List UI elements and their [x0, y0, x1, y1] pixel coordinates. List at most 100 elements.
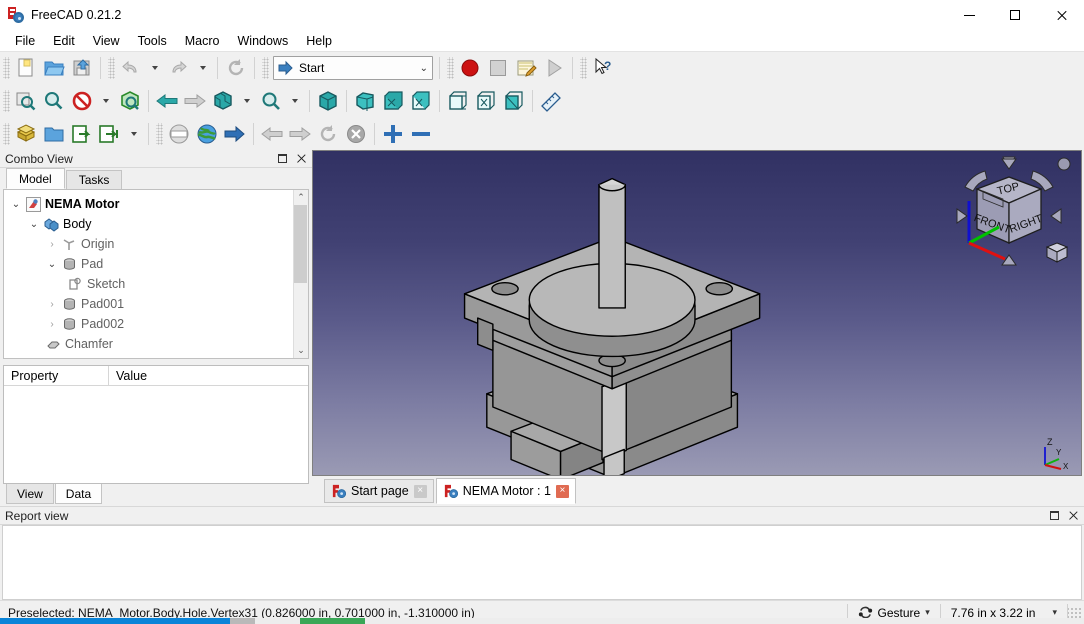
scroll-thumb[interactable]: [294, 205, 307, 283]
web-home-button[interactable]: [165, 120, 193, 148]
scroll-down-icon[interactable]: ⌄: [293, 343, 308, 358]
menu-edit[interactable]: Edit: [44, 32, 84, 50]
macro-edit-button[interactable]: [512, 54, 540, 82]
undock-icon[interactable]: [1046, 508, 1062, 524]
web-stop-button[interactable]: [342, 120, 370, 148]
toolbar-grip[interactable]: [3, 89, 10, 112]
zoom-in-button[interactable]: [379, 120, 407, 148]
link-dropdown[interactable]: [124, 120, 144, 148]
macro-execute-button[interactable]: [540, 54, 568, 82]
scroll-up-icon[interactable]: ⌃: [293, 190, 308, 205]
close-icon[interactable]: ×: [555, 484, 569, 498]
document-tab-start-page[interactable]: Start page ×: [324, 479, 434, 503]
save-document-button[interactable]: [68, 54, 96, 82]
toolbar-grip[interactable]: [262, 57, 269, 79]
toolbar-grip[interactable]: [108, 57, 115, 79]
measure-button[interactable]: [537, 87, 565, 115]
zoom-button[interactable]: [257, 87, 285, 115]
std-views-dropdown[interactable]: [237, 87, 257, 115]
redo-dropdown[interactable]: [193, 54, 213, 82]
close-button[interactable]: [1038, 0, 1084, 30]
left-view-button[interactable]: [500, 87, 528, 115]
fit-selection-button[interactable]: [40, 87, 68, 115]
chevron-down-icon[interactable]: ⌄: [26, 219, 42, 230]
3d-viewport[interactable]: TOP FRONT RIGHT Z Y X: [312, 150, 1082, 476]
close-icon[interactable]: [1065, 508, 1081, 524]
minimize-button[interactable]: [946, 0, 992, 30]
zoom-dropdown[interactable]: [285, 87, 305, 115]
menu-windows[interactable]: Windows: [229, 32, 298, 50]
navigation-cube[interactable]: TOP FRONT RIGHT: [943, 155, 1075, 277]
rear-view-button[interactable]: [444, 87, 472, 115]
std-views-button[interactable]: [209, 87, 237, 115]
web-forward-button[interactable]: [286, 120, 314, 148]
right-view-button[interactable]: [407, 87, 435, 115]
menu-file[interactable]: File: [6, 32, 44, 50]
view-forward-button[interactable]: [181, 87, 209, 115]
workbench-selector[interactable]: Start ⌄: [273, 56, 433, 80]
toolbar-grip[interactable]: [447, 57, 454, 79]
open-document-button[interactable]: [40, 54, 68, 82]
toolbar-grip[interactable]: [580, 57, 587, 79]
web-browser-button[interactable]: [193, 120, 221, 148]
menu-tools[interactable]: Tools: [129, 32, 176, 50]
undo-dropdown[interactable]: [145, 54, 165, 82]
whats-this-button[interactable]: ?: [589, 54, 617, 82]
chevron-right-icon[interactable]: ›: [44, 239, 60, 250]
scroll-track[interactable]: [294, 205, 308, 343]
property-column-header[interactable]: Property: [4, 366, 109, 385]
tab-model[interactable]: Model: [6, 168, 65, 189]
draw-style-button[interactable]: [68, 87, 96, 115]
tree-item-sketch[interactable]: Sketch: [4, 274, 293, 294]
tree-item-pad002[interactable]: › Pad002: [4, 314, 293, 334]
tree-item-origin[interactable]: › Origin: [4, 234, 293, 254]
create-part-button[interactable]: [12, 120, 40, 148]
create-group-button[interactable]: [40, 120, 68, 148]
tab-data[interactable]: Data: [54, 484, 103, 504]
document-tab-nema-motor[interactable]: NEMA Motor : 1 ×: [435, 478, 576, 504]
web-back-button[interactable]: [258, 120, 286, 148]
selection-view-button[interactable]: [116, 87, 144, 115]
tree-item-nema-motor[interactable]: ⌄ NEMA Motor: [4, 194, 293, 214]
isometric-view-button[interactable]: [314, 87, 342, 115]
value-column-header[interactable]: Value: [109, 366, 147, 385]
tree-item-body[interactable]: ⌄ Body: [4, 214, 293, 234]
chevron-right-icon[interactable]: ›: [44, 299, 60, 310]
tab-tasks[interactable]: Tasks: [65, 170, 123, 189]
link-button[interactable]: [68, 120, 96, 148]
draw-style-dropdown[interactable]: [96, 87, 116, 115]
link-group-button[interactable]: [96, 120, 124, 148]
undo-button[interactable]: [117, 54, 145, 82]
fit-all-button[interactable]: [12, 87, 40, 115]
chevron-down-icon[interactable]: ⌄: [44, 259, 60, 270]
tab-view[interactable]: View: [6, 484, 54, 504]
refresh-button[interactable]: [222, 54, 250, 82]
close-icon[interactable]: [293, 151, 309, 167]
macro-stop-button[interactable]: [484, 54, 512, 82]
undock-icon[interactable]: [274, 151, 290, 167]
menu-view[interactable]: View: [84, 32, 129, 50]
redo-button[interactable]: [165, 54, 193, 82]
chevron-down-icon[interactable]: ⌄: [8, 199, 24, 210]
zoom-out-button[interactable]: [407, 120, 435, 148]
tree-item-partial[interactable]: [4, 354, 293, 358]
tree-item-chamfer[interactable]: Chamfer: [4, 334, 293, 354]
toolbar-grip[interactable]: [3, 57, 10, 79]
tree-item-pad[interactable]: ⌄ Pad: [4, 254, 293, 274]
top-view-button[interactable]: [379, 87, 407, 115]
new-document-button[interactable]: [12, 54, 40, 82]
toolbar-grip[interactable]: [156, 122, 163, 145]
menu-help[interactable]: Help: [297, 32, 341, 50]
property-rows[interactable]: [4, 386, 308, 483]
menu-macro[interactable]: Macro: [176, 32, 229, 50]
close-icon[interactable]: ×: [413, 484, 427, 498]
front-view-button[interactable]: [351, 87, 379, 115]
report-view-output[interactable]: [2, 525, 1082, 600]
chevron-right-icon[interactable]: ›: [44, 319, 60, 330]
macro-record-button[interactable]: [456, 54, 484, 82]
web-go-button[interactable]: [221, 120, 249, 148]
tree-item-pad001[interactable]: › Pad001: [4, 294, 293, 314]
toolbar-grip[interactable]: [3, 122, 10, 145]
web-refresh-button[interactable]: [314, 120, 342, 148]
bottom-view-button[interactable]: [472, 87, 500, 115]
